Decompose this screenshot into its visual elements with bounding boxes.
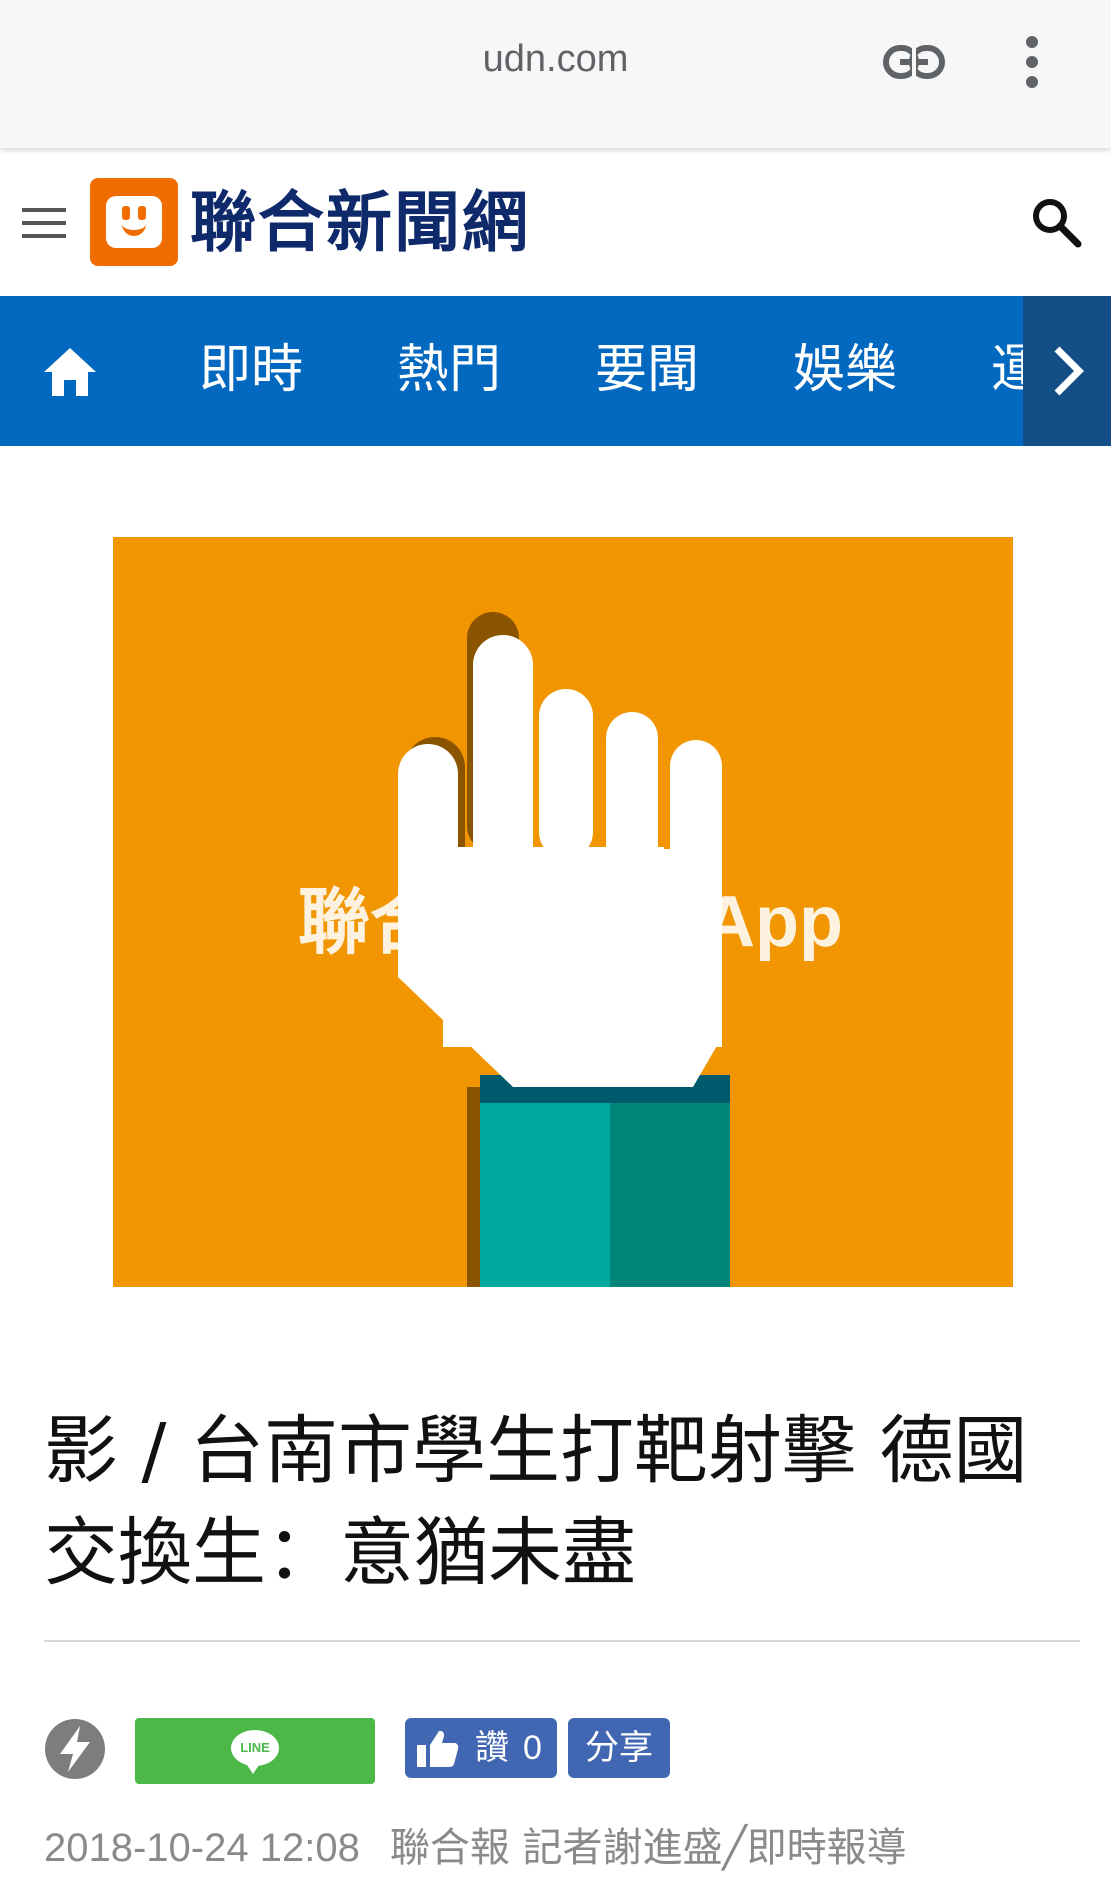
home-icon[interactable]: [42, 346, 98, 398]
line-label: LINE: [240, 1740, 270, 1755]
hero-image[interactable]: 聯合 App: [113, 537, 1013, 1287]
menu-icon[interactable]: [22, 206, 66, 240]
category-nav: 即時 熱門 要聞 娛樂 運動: [0, 296, 1111, 446]
browser-toolbar: udn.com: [0, 0, 1111, 148]
nav-next-button[interactable]: [1023, 296, 1111, 446]
like-label: 讚: [475, 1728, 509, 1768]
link-icon[interactable]: [882, 40, 946, 84]
headline-divider: [44, 1640, 1080, 1642]
pointing-hand-icon: [398, 612, 730, 1287]
article-date: 2018-10-24 12:08: [44, 1826, 360, 1870]
article-headline: 影 / 台南市學生打靶射擊 德國交換生：意猶未盡: [44, 1408, 1028, 1596]
nav-item-entertainment[interactable]: 娛樂: [793, 338, 897, 402]
nav-item-headlines[interactable]: 要聞: [595, 338, 699, 402]
facebook-share-button[interactable]: 分享: [568, 1718, 670, 1778]
nav-item-realtime[interactable]: 即時: [199, 338, 303, 402]
more-vertical-icon[interactable]: [1018, 34, 1046, 90]
like-count: 0: [523, 1729, 542, 1767]
flash-icon[interactable]: [44, 1718, 106, 1780]
article-meta: 2018-10-24 12:08 聯合報 記者謝進盛╱即時報導: [44, 1818, 907, 1878]
udn-logo-icon[interactable]: [90, 178, 178, 266]
line-share-button[interactable]: LINE: [135, 1718, 375, 1784]
article-source[interactable]: 聯合報 記者謝進盛╱即時報導: [390, 1825, 907, 1871]
nav-item-hot[interactable]: 熱門: [397, 338, 501, 402]
chevron-right-icon: [1054, 346, 1084, 396]
search-icon[interactable]: [1030, 196, 1082, 248]
thumbs-up-icon: [417, 1730, 459, 1767]
facebook-like-button[interactable]: 讚 0: [405, 1718, 557, 1778]
site-logo-text[interactable]: 聯合新聞網: [190, 180, 530, 266]
